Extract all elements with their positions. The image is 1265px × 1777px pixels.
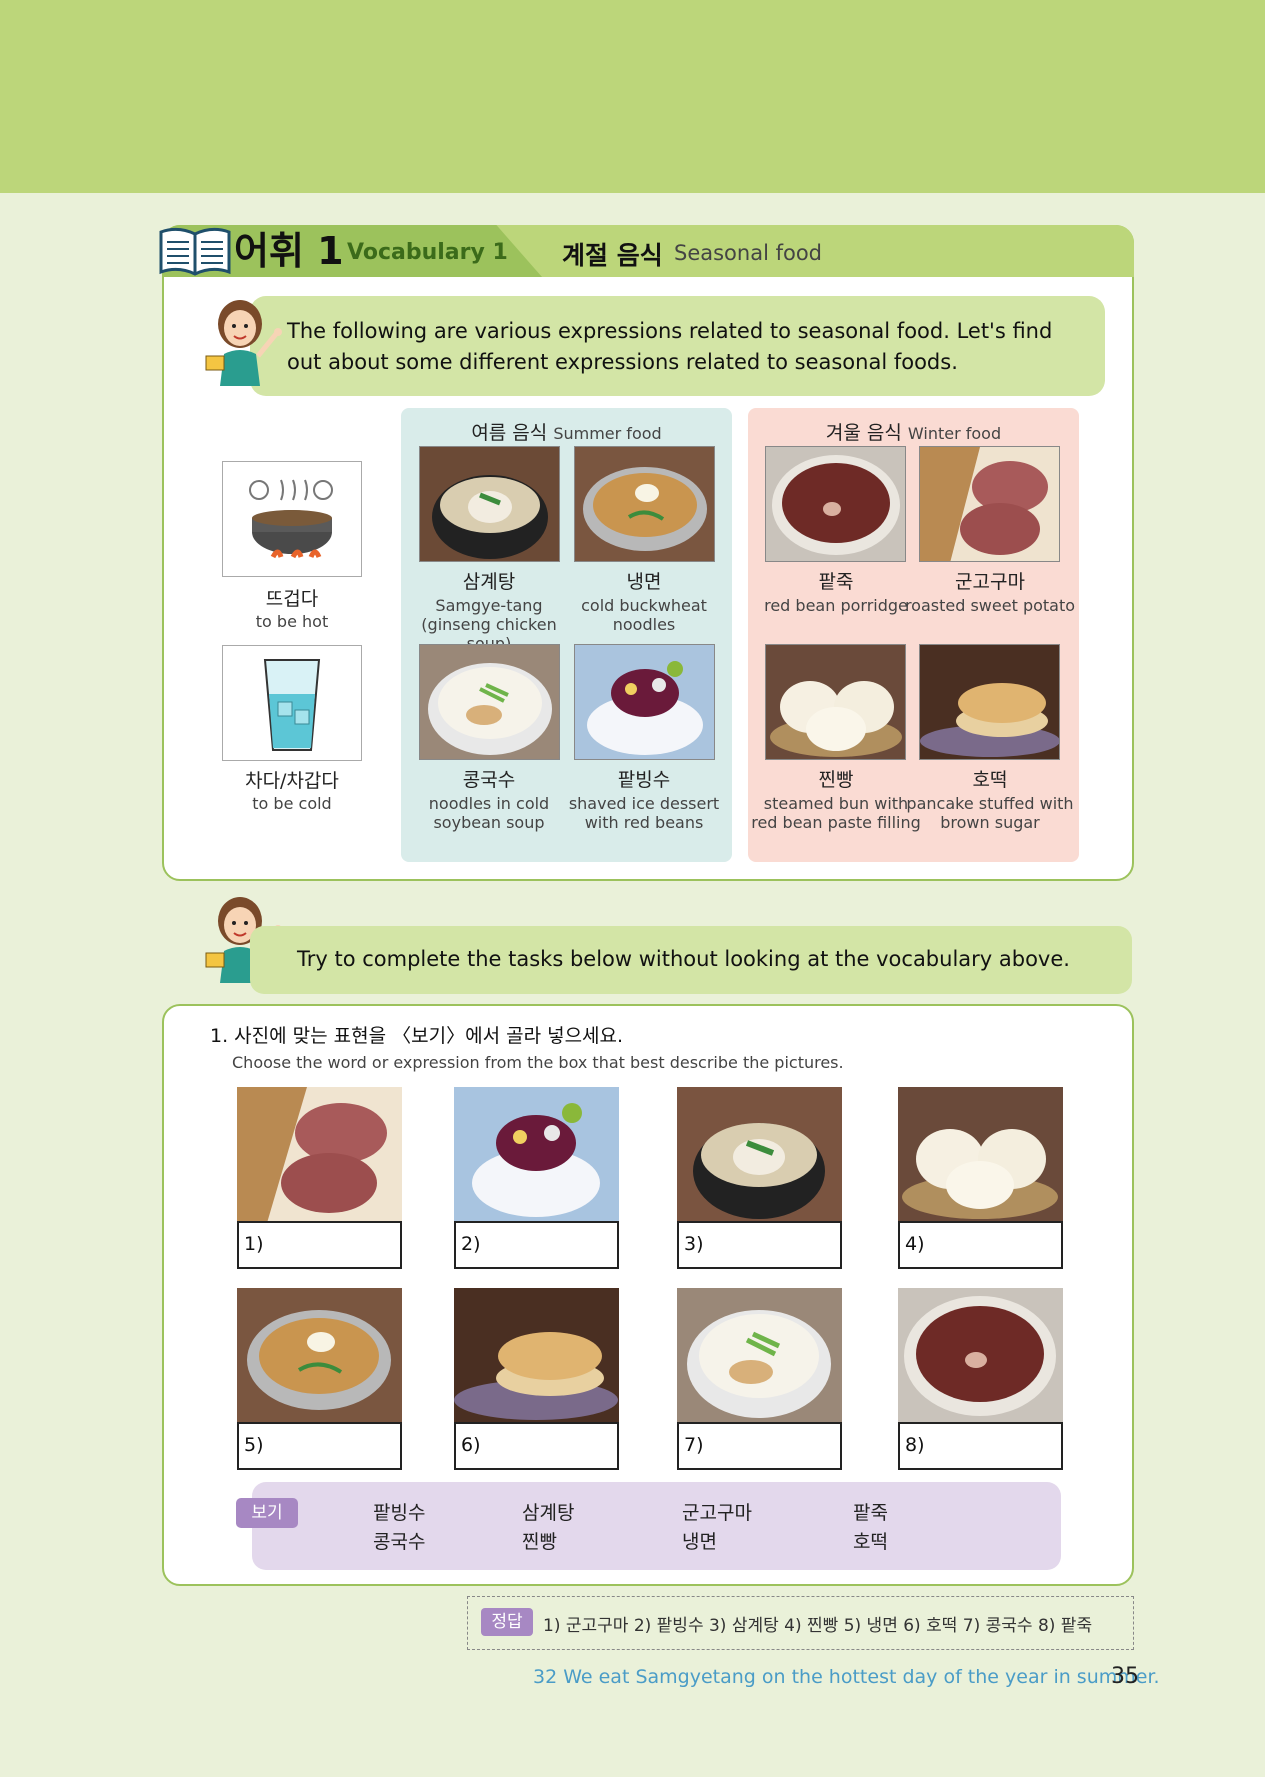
samgyetang-korean: 삼계탕 <box>462 571 516 593</box>
kongguksu-english: noodles in cold soybean soup <box>428 794 550 832</box>
footer-subtitle: 32 We eat Samgyetang on the hottest day … <box>533 1666 1160 1688</box>
answer-key-text: 1) 군고구마 2) 팥빙수 3) 삼계탕 4) 찐빵 5) 냉면 6) 호떡 … <box>543 1616 1093 1636</box>
answer-box-7[interactable]: 7) <box>677 1422 842 1470</box>
goguma-photo <box>919 446 1060 562</box>
patjuk-english: red bean porridge <box>764 596 908 615</box>
word-bank-item: 팥빙수 <box>373 1502 426 1524</box>
question-korean: 1. 사진에 맞는 표현을 〈보기〉에서 골라 넣으세요. <box>210 1025 624 1047</box>
patjuk-korean: 팥죽 <box>818 571 854 593</box>
answer-box-6[interactable]: 6) <box>454 1422 619 1470</box>
word-bank-item: 팥죽 <box>853 1502 888 1524</box>
word-bank-item: 찐빵 <box>522 1531 557 1553</box>
naengmyeon-photo <box>574 446 715 562</box>
word-bank-item: 콩국수 <box>373 1531 426 1553</box>
exercise-photo-patbingsu <box>454 1087 619 1223</box>
intro-text: The following are various expressions re… <box>287 319 1053 374</box>
exercise-photo-jjinppang <box>898 1087 1063 1223</box>
page-number: 35 <box>1111 1664 1139 1689</box>
jjinppang-korean: 찐빵 <box>818 769 854 791</box>
word-bank-item: 호떡 <box>853 1531 888 1553</box>
answer-box-3[interactable]: 3) <box>677 1221 842 1269</box>
kongguksu-korean: 콩국수 <box>462 769 516 791</box>
task-instruction: Try to complete the tasks below without … <box>297 947 1070 971</box>
exercise-photo-hotteok <box>454 1288 619 1424</box>
hotteok-english: pancake stuffed with brown sugar <box>906 794 1074 832</box>
jjinppang-photo <box>765 644 906 760</box>
naengmyeon-english: cold buckwheat noodles <box>581 596 707 634</box>
book-icon <box>158 224 232 276</box>
jjinppang-english: steamed bun with red bean paste filling <box>751 794 921 832</box>
question-english: Choose the word or expression from the b… <box>232 1053 844 1072</box>
word-bank-item: 삼계탕 <box>522 1502 575 1524</box>
summer-title-english: Summer food <box>553 424 662 443</box>
vocabulary-title-korean: 어휘 1 <box>234 229 344 273</box>
vocabulary-title-english: Vocabulary 1 <box>347 240 508 265</box>
word-bank-item: 냉면 <box>682 1531 717 1553</box>
topic-title-korean: 계절 음식 <box>562 241 663 270</box>
hot-pot-image <box>222 461 362 577</box>
exercise-photo-kongguksu <box>677 1288 842 1424</box>
summer-food-title: 여름 음식 Summer food <box>401 418 732 445</box>
answer-box-1[interactable]: 1) <box>237 1221 402 1269</box>
exercise-photo-naengmyeon <box>237 1288 402 1424</box>
patbingsu-korean: 팥빙수 <box>617 769 671 791</box>
teacher-illustration <box>198 294 293 386</box>
exercise-photo-patjuk <box>898 1288 1063 1424</box>
winter-title-korean: 겨울 음식 <box>825 422 902 444</box>
answer-box-4[interactable]: 4) <box>898 1221 1063 1269</box>
topic-title-english: Seasonal food <box>674 241 823 265</box>
answer-box-8[interactable]: 8) <box>898 1422 1063 1470</box>
word-bank-label: 보기 <box>236 1498 298 1528</box>
hotteok-korean: 호떡 <box>972 769 1008 791</box>
answer-box-5[interactable]: 5) <box>237 1422 402 1470</box>
adjective-cold-korean: 차다/차갑다 <box>245 770 339 792</box>
answer-box-2[interactable]: 2) <box>454 1221 619 1269</box>
hotteok-photo <box>919 644 1060 760</box>
samgyetang-photo <box>419 446 560 562</box>
winter-food-title: 겨울 음식 Winter food <box>748 418 1079 445</box>
naengmyeon-korean: 냉면 <box>626 571 662 593</box>
adjective-cold-english: to be cold <box>252 794 332 813</box>
top-banner <box>0 0 1265 193</box>
cold-drink-icon <box>263 659 321 751</box>
goguma-english: roasted sweet potato <box>904 596 1076 615</box>
patjuk-photo <box>765 446 906 562</box>
kongguksu-photo <box>419 644 560 760</box>
goguma-korean: 군고구마 <box>955 571 1025 593</box>
winter-title-english: Winter food <box>907 424 1002 443</box>
answer-key-label: 정답 <box>481 1608 533 1636</box>
word-bank-item: 군고구마 <box>682 1502 752 1524</box>
hot-pot-icon <box>249 479 333 559</box>
patbingsu-photo <box>574 644 715 760</box>
adjective-hot-english: to be hot <box>255 612 329 631</box>
exercise-photo-samgyetang <box>677 1087 842 1223</box>
summer-title-korean: 여름 음식 <box>471 422 548 444</box>
cold-drink-image <box>222 645 362 761</box>
patbingsu-english: shaved ice dessert with red beans <box>568 794 720 832</box>
adjective-hot-korean: 뜨겁다 <box>265 588 319 610</box>
word-bank-panel <box>252 1482 1061 1570</box>
exercise-photo-goguma <box>237 1087 402 1223</box>
